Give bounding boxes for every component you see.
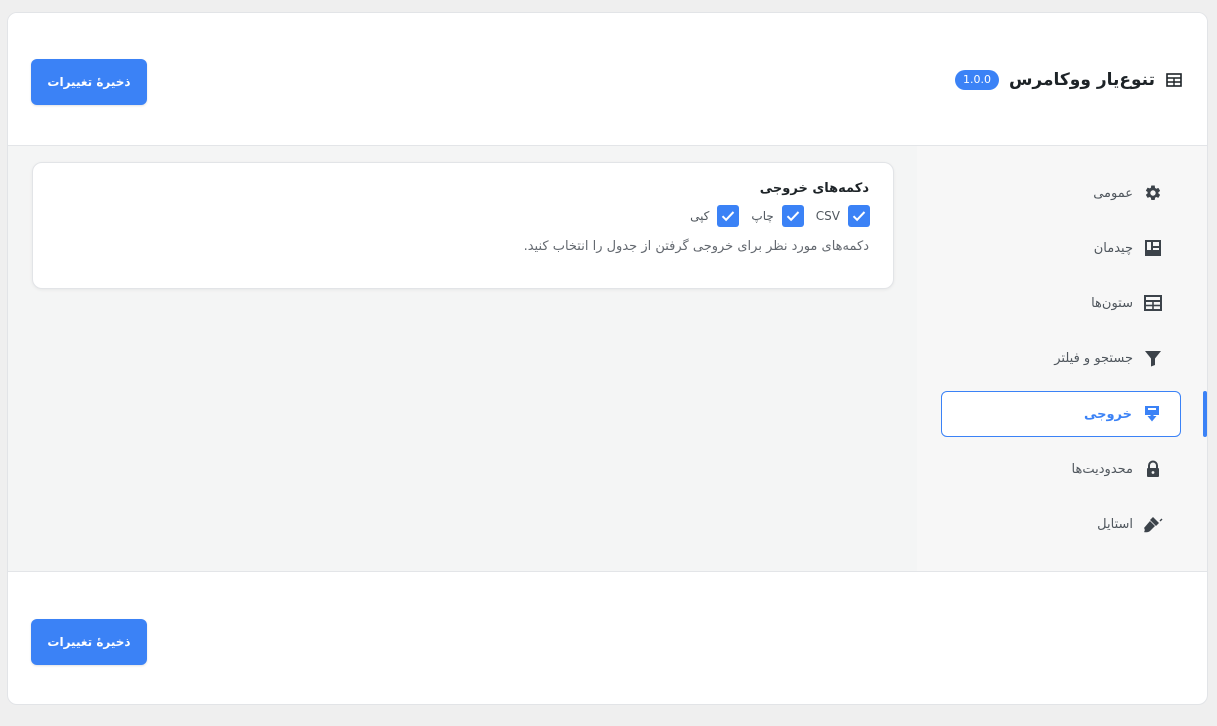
option-label: چاپ <box>751 209 774 223</box>
export-buttons-card: دکمه‌های خروجی CSV چاپ <box>32 162 894 289</box>
save-button-bottom[interactable]: ذخیرهٔ تغییرات <box>31 619 147 665</box>
brush-icon <box>1143 514 1163 534</box>
page-title: تنوع‌یار ووکامرس <box>1008 70 1155 90</box>
version-badge: 1.0.0 <box>954 70 999 90</box>
gear-icon <box>1143 183 1163 203</box>
title-group: تنوع‌یار ووکامرس 1.0.0 <box>954 66 1183 94</box>
filter-icon <box>1143 348 1163 368</box>
checkbox-print[interactable] <box>781 205 804 227</box>
sidebar-item-export[interactable]: خروجی <box>941 391 1181 437</box>
sidebar-item-label: عمومی <box>1093 185 1133 201</box>
save-button-top[interactable]: ذخیرهٔ تغییرات <box>31 59 147 105</box>
sidebar-item-layout[interactable]: چیدمان <box>941 225 1181 271</box>
sidebar-item-restrictions[interactable]: محدودیت‌ها <box>941 446 1181 492</box>
section-title: دکمه‌های خروجی <box>759 181 869 196</box>
option-label: کپی <box>690 209 710 223</box>
option-label: CSV <box>815 209 840 223</box>
sidebar-item-label: ستون‌ها <box>1091 295 1133 311</box>
export-options: CSV چاپ کپی <box>690 205 870 227</box>
sidebar: عمومی چیدمان <box>917 146 1207 571</box>
option-csv[interactable]: CSV <box>816 205 870 227</box>
header: تنوع‌یار ووکامرس 1.0.0 ذخیرهٔ تغییرات <box>8 13 1207 146</box>
sidebar-item-label: استایل <box>1097 516 1133 532</box>
sidebar-item-general[interactable]: عمومی <box>941 170 1181 216</box>
checkbox-csv[interactable] <box>848 205 870 227</box>
sidebar-item-label: خروجی <box>1083 406 1132 422</box>
table-icon <box>1143 293 1163 313</box>
export-icon <box>1142 404 1162 424</box>
sidebar-item-label: چیدمان <box>1093 240 1133 256</box>
sidebar-item-label: محدودیت‌ها <box>1071 461 1133 477</box>
option-copy[interactable]: کپی <box>690 205 740 227</box>
option-print[interactable]: چاپ <box>751 205 804 227</box>
settings-panel: تنوع‌یار ووکامرس 1.0.0 ذخیرهٔ تغییرات عم… <box>7 12 1208 705</box>
layout-icon <box>1143 238 1163 258</box>
section-description: دکمه‌های مورد نظر برای خروجی گرفتن از جد… <box>523 239 869 254</box>
sidebar-item-style[interactable]: استایل <box>941 501 1181 547</box>
content-area: عمومی چیدمان <box>8 146 1207 572</box>
lock-icon <box>1143 459 1163 479</box>
active-tab-indicator <box>1203 391 1207 437</box>
table-icon <box>1165 71 1183 89</box>
sidebar-item-columns[interactable]: ستون‌ها <box>941 280 1181 326</box>
sidebar-item-search-filter[interactable]: جستجو و فیلتر <box>941 335 1181 381</box>
checkbox-copy[interactable] <box>717 205 740 227</box>
sidebar-item-label: جستجو و فیلتر <box>1054 350 1133 366</box>
